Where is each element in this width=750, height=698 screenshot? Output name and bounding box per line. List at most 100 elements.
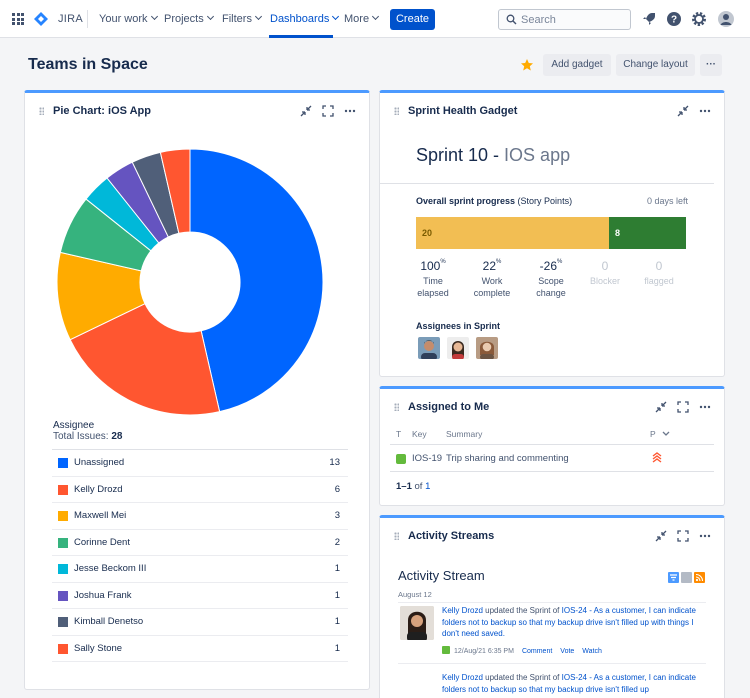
- legend-swatch: [58, 511, 68, 521]
- more-options-icon[interactable]: [698, 400, 712, 414]
- sprint-metric: -26% Scope change: [526, 259, 576, 299]
- dashboard-more-button[interactable]: ···: [700, 54, 722, 76]
- pager-of: of: [411, 481, 426, 492]
- brand-name[interactable]: JIRA: [58, 13, 83, 25]
- legend-label: Corinne Dent: [74, 536, 130, 548]
- profile-avatar-icon[interactable]: [717, 10, 735, 28]
- minimize-icon[interactable]: [299, 104, 313, 118]
- search-input[interactable]: [521, 13, 626, 27]
- gadget-title: Sprint Health Gadget: [408, 105, 518, 117]
- legend-swatch: [58, 484, 68, 495]
- create-button[interactable]: Create: [390, 9, 435, 30]
- watch-link[interactable]: Watch: [582, 648, 602, 655]
- issue-key[interactable]: IOS-19: [412, 453, 442, 464]
- fullscreen-icon[interactable]: [321, 104, 335, 118]
- remaining-points-bar: [609, 217, 686, 249]
- gadget-header: Sprint Health Gadget: [380, 93, 724, 129]
- legend-row[interactable]: Jesse Beckom III 1: [52, 556, 348, 583]
- metric-value: -26%: [539, 259, 563, 273]
- help-icon[interactable]: ?: [665, 10, 683, 28]
- gadget-title: Activity Streams: [408, 530, 495, 542]
- legend-row[interactable]: Kimball Denetso 1: [52, 609, 348, 636]
- fullscreen-icon[interactable]: [676, 529, 690, 543]
- legend-row[interactable]: Corinne Dent 2: [52, 530, 348, 556]
- assignee-avatar[interactable]: [476, 337, 498, 359]
- legend-row[interactable]: Sally Stone 1: [52, 636, 348, 662]
- change-layout-button[interactable]: Change layout: [616, 54, 695, 76]
- total-issues: Total Issues: 28: [53, 431, 123, 442]
- vote-link[interactable]: Vote: [560, 648, 574, 655]
- comment-link[interactable]: Comment: [522, 648, 552, 655]
- metric-label: flagged: [644, 276, 674, 286]
- pager-total-link[interactable]: 1: [425, 481, 430, 492]
- author-avatar[interactable]: [400, 606, 434, 640]
- drag-handle-icon[interactable]: [394, 107, 399, 115]
- view-icon[interactable]: [681, 572, 692, 583]
- filter-icon[interactable]: [668, 572, 679, 583]
- minimize-icon[interactable]: [676, 104, 690, 118]
- search-box[interactable]: [498, 9, 631, 30]
- legend-count: 1: [334, 616, 340, 627]
- activity-action: updated the Sprint of: [482, 606, 562, 615]
- minimize-icon[interactable]: [654, 400, 668, 414]
- legend-swatch: [58, 590, 68, 601]
- progress-label-bold: Overall sprint progress: [416, 196, 516, 206]
- pager-range: 1–1: [396, 481, 412, 492]
- assignee-avatar[interactable]: [418, 337, 440, 359]
- days-left: 0 days left: [646, 196, 688, 206]
- legend-label: Kelly Drozd: [74, 483, 123, 495]
- more-options-icon[interactable]: [343, 104, 357, 118]
- more-options-icon[interactable]: [698, 104, 712, 118]
- column-header-priority[interactable]: P: [650, 429, 670, 439]
- gadget-controls: [654, 529, 714, 543]
- legend-count: 1: [334, 642, 340, 654]
- sprint-metric: 22% Work complete: [467, 259, 517, 299]
- jira-logo-icon[interactable]: [34, 12, 48, 26]
- activity-author-link[interactable]: Kelly Drozd: [442, 606, 483, 615]
- donut-chart: [56, 148, 324, 416]
- column-header-summary[interactable]: Summary: [446, 429, 482, 439]
- settings-gear-icon[interactable]: [690, 10, 708, 28]
- star-favorite-icon[interactable]: [520, 58, 534, 72]
- drag-handle-icon[interactable]: [394, 532, 399, 540]
- more-options-icon[interactable]: [698, 529, 712, 543]
- fullscreen-icon[interactable]: [676, 400, 690, 414]
- legend-row[interactable]: Kelly Drozd 6: [52, 477, 348, 503]
- app-switcher-icon[interactable]: [12, 13, 24, 25]
- minimize-icon[interactable]: [654, 529, 668, 543]
- gadget-title: Assigned to Me: [408, 401, 490, 413]
- column-header-key[interactable]: Key: [412, 429, 427, 439]
- legend-count: 13: [329, 457, 340, 468]
- page-title: Teams in Space: [28, 56, 148, 73]
- activity-author-link[interactable]: Kelly Drozd: [442, 673, 483, 682]
- sprint-health-gadget: Sprint Health Gadget Sprint 10 - IOS app…: [379, 90, 725, 377]
- nav-projects[interactable]: Projects: [164, 12, 214, 25]
- nav-more[interactable]: More: [344, 12, 380, 25]
- sprint-title: Sprint 10 - IOS app: [416, 145, 570, 166]
- nav-dashboards[interactable]: Dashboards: [270, 12, 340, 25]
- gadget-header: Assigned to Me: [380, 389, 724, 425]
- column-header-type[interactable]: T: [396, 429, 401, 439]
- legend-row[interactable]: Joshua Frank 1: [52, 583, 348, 609]
- notifications-rocket-icon[interactable]: [640, 10, 658, 28]
- assignee-avatar[interactable]: [447, 337, 469, 359]
- sprint-metric: 0 flagged: [634, 259, 684, 287]
- sprint-metric: 0 Blocker: [580, 259, 630, 287]
- total-issues-value: 28: [111, 431, 123, 442]
- issue-summary[interactable]: Trip sharing and commenting: [446, 453, 569, 464]
- drag-handle-icon[interactable]: [394, 403, 399, 411]
- legend-label: Jesse Beckom III: [74, 563, 147, 574]
- legend-row[interactable]: Unassigned 13: [52, 450, 348, 477]
- progress-label-unit: (Story Points): [515, 196, 573, 206]
- nav-filters[interactable]: Filters: [222, 12, 262, 25]
- activity-text: Kelly Drozd updated the Sprint of IOS-24…: [442, 605, 700, 640]
- legend-row[interactable]: Maxwell Mei 3: [52, 503, 348, 530]
- rss-feed-icon[interactable]: [694, 572, 705, 583]
- nav-your-work[interactable]: Your work: [99, 12, 158, 25]
- add-gadget-button[interactable]: Add gadget: [543, 54, 611, 76]
- metric-value: 22%: [482, 259, 502, 273]
- legend-count: 3: [334, 510, 340, 521]
- nav-divider: [87, 10, 88, 28]
- assigned-to-me-gadget: Assigned to Me T Key Summary P IOS-19 Tr…: [379, 386, 725, 506]
- drag-handle-icon[interactable]: [39, 107, 44, 115]
